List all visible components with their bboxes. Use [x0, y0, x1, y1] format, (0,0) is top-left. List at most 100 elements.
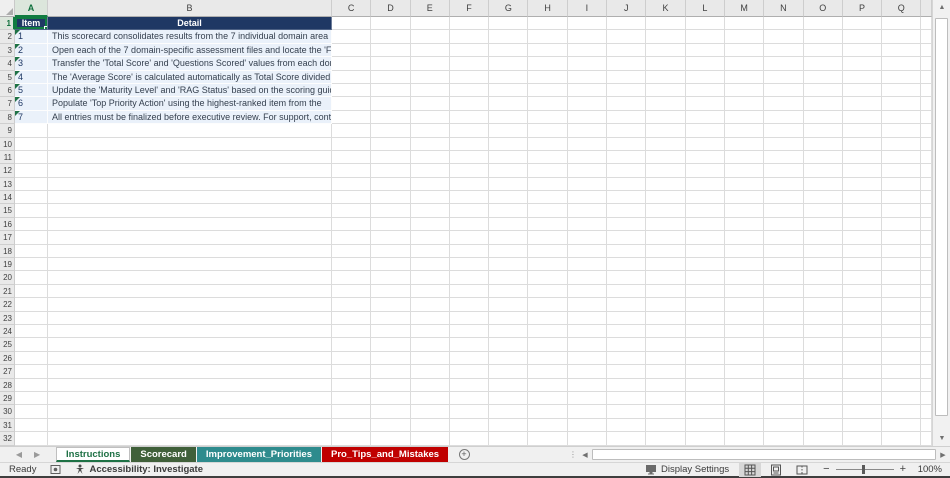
cell-A26[interactable]: [15, 351, 48, 366]
cell-E23[interactable]: [410, 311, 450, 325]
cell-I32[interactable]: [567, 432, 608, 446]
cell-I19[interactable]: [567, 258, 608, 272]
cell-B22[interactable]: [48, 298, 332, 312]
cell-partial-8[interactable]: [921, 110, 932, 125]
cell-A23[interactable]: [15, 311, 48, 325]
cell-M11[interactable]: [724, 150, 765, 165]
cell-partial-6[interactable]: [921, 83, 932, 98]
cell-K7[interactable]: [646, 97, 686, 111]
cell-B3[interactable]: Open each of the 7 domain-specific asses…: [48, 43, 332, 58]
cell-O16[interactable]: [803, 217, 843, 232]
cell-D2[interactable]: [371, 30, 411, 44]
cell-D12[interactable]: [371, 164, 411, 178]
cell-A19[interactable]: [15, 258, 48, 272]
cell-partial-17[interactable]: [921, 231, 932, 245]
cell-O19[interactable]: [803, 258, 843, 272]
cell-partial-14[interactable]: [921, 191, 932, 205]
cell-M9[interactable]: [724, 124, 765, 138]
cell-G8[interactable]: [489, 110, 529, 125]
cell-A21[interactable]: [15, 284, 48, 299]
cell-N27[interactable]: [764, 365, 804, 379]
cell-A8[interactable]: 7: [15, 110, 48, 125]
cell-I23[interactable]: [567, 311, 608, 325]
cell-H11[interactable]: [528, 150, 568, 165]
cell-N22[interactable]: [764, 298, 804, 312]
cell-H23[interactable]: [528, 311, 568, 325]
cell-F11[interactable]: [449, 150, 490, 165]
cell-K20[interactable]: [646, 271, 686, 285]
row-header-23[interactable]: 23: [0, 311, 15, 325]
row-header-20[interactable]: 20: [0, 271, 15, 285]
cell-E2[interactable]: [410, 30, 450, 44]
cell-M15[interactable]: [724, 204, 765, 218]
cell-L13[interactable]: [685, 177, 725, 192]
cell-M16[interactable]: [724, 217, 765, 232]
cell-Q6[interactable]: [882, 83, 922, 98]
cell-N24[interactable]: [764, 324, 804, 339]
cell-E29[interactable]: [410, 391, 450, 406]
cell-partial-12[interactable]: [921, 164, 932, 178]
cell-B1[interactable]: Detail: [48, 17, 332, 31]
cell-O18[interactable]: [803, 244, 843, 259]
cell-P12[interactable]: [842, 164, 883, 178]
column-header-D[interactable]: D: [371, 0, 411, 17]
cell-O26[interactable]: [803, 351, 843, 366]
cell-J4[interactable]: [607, 57, 647, 71]
cell-J22[interactable]: [607, 298, 647, 312]
cell-C16[interactable]: [332, 217, 372, 232]
cell-J11[interactable]: [607, 150, 647, 165]
cell-L18[interactable]: [685, 244, 725, 259]
column-header-partial[interactable]: [921, 0, 932, 17]
cell-O5[interactable]: [803, 70, 843, 84]
cell-L29[interactable]: [685, 391, 725, 406]
next-sheet-icon[interactable]: ▶: [34, 450, 40, 459]
cell-Q29[interactable]: [882, 391, 922, 406]
cell-G2[interactable]: [489, 30, 529, 44]
cell-D32[interactable]: [371, 432, 411, 446]
cell-H27[interactable]: [528, 365, 568, 379]
cell-P17[interactable]: [842, 231, 883, 245]
cell-C14[interactable]: [332, 191, 372, 205]
cell-Q24[interactable]: [882, 324, 922, 339]
cell-K3[interactable]: [646, 43, 686, 58]
cell-O13[interactable]: [803, 177, 843, 192]
cell-J27[interactable]: [607, 365, 647, 379]
cell-F12[interactable]: [449, 164, 490, 178]
cell-K1[interactable]: [646, 17, 686, 31]
column-header-O[interactable]: O: [803, 0, 843, 17]
column-header-A[interactable]: A: [15, 0, 48, 17]
cell-G25[interactable]: [489, 338, 529, 352]
cell-L21[interactable]: [685, 284, 725, 299]
row-header-14[interactable]: 14: [0, 191, 15, 205]
cell-A3[interactable]: 2: [15, 43, 48, 58]
cell-G24[interactable]: [489, 324, 529, 339]
cell-F15[interactable]: [449, 204, 490, 218]
cell-O14[interactable]: [803, 191, 843, 205]
cell-F14[interactable]: [449, 191, 490, 205]
cell-partial-25[interactable]: [921, 338, 932, 352]
row-header-19[interactable]: 19: [0, 258, 15, 272]
cell-P6[interactable]: [842, 83, 883, 98]
cell-D1[interactable]: [371, 17, 411, 31]
cell-O23[interactable]: [803, 311, 843, 325]
cell-D17[interactable]: [371, 231, 411, 245]
cell-P24[interactable]: [842, 324, 883, 339]
cell-A6[interactable]: 5: [15, 83, 48, 98]
cell-L17[interactable]: [685, 231, 725, 245]
cell-I20[interactable]: [567, 271, 608, 285]
cell-M1[interactable]: [724, 17, 765, 31]
cell-M10[interactable]: [724, 137, 765, 151]
cell-P4[interactable]: [842, 57, 883, 71]
cell-B32[interactable]: [48, 432, 332, 446]
cell-G6[interactable]: [489, 83, 529, 98]
column-header-I[interactable]: I: [567, 0, 608, 17]
cell-B10[interactable]: [48, 137, 332, 151]
cell-O29[interactable]: [803, 391, 843, 406]
cell-D25[interactable]: [371, 338, 411, 352]
cell-J17[interactable]: [607, 231, 647, 245]
row-header-27[interactable]: 27: [0, 365, 15, 379]
cell-J7[interactable]: [607, 97, 647, 111]
cell-L30[interactable]: [685, 405, 725, 419]
cell-N2[interactable]: [764, 30, 804, 44]
cell-Q27[interactable]: [882, 365, 922, 379]
